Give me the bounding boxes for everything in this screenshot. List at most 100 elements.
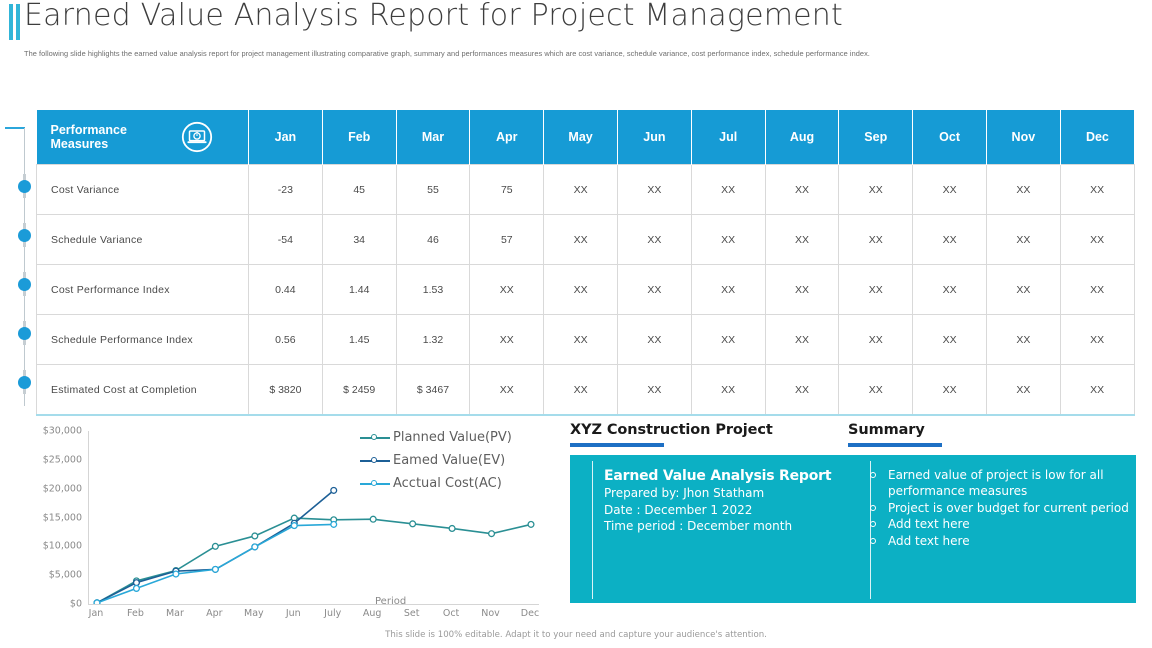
chart-legend: Planned Value(PV) Eamed Value(EV) Acctual … [360,426,550,495]
chart-data-point [409,520,417,528]
table-cell: $ 3467 [396,364,471,416]
table-cell: XX [986,214,1061,265]
table-cell: XX [912,164,987,215]
table-row: Schedule Performance Index 0.56 1.45 1.32 XX… [36,314,1135,365]
table-cell: XX [691,214,766,265]
table-cell: XX [765,364,840,416]
table-cell: XX [543,264,618,315]
chart-data-point [330,486,338,494]
table-row: Cost Performance Index 0.44 1.44 1.53 XX XX XX… [36,264,1135,315]
chart-data-point [290,522,298,530]
chart-legend-marker [360,455,390,467]
chart-y-tick-label: $15,000 [42,512,82,523]
performance-measures-table: Performance Measures Jan Feb Mar Apr May… [36,110,1135,416]
table-cell: XX [1060,164,1135,215]
table-cell: XX [543,364,618,416]
measures-header-cell: Performance Measures [36,110,249,165]
summary-bullet-list: Earned value of project is low for all p… [870,467,1132,550]
table-cell: -23 [248,164,323,215]
summary-bullet-item: Earned value of project is low for all p… [870,467,1132,500]
summary-panel-box: Earned value of project is low for all p… [848,454,1136,603]
table-row-label: Schedule Variance [36,214,249,265]
chart-x-tick-label: Feb [127,608,144,619]
table-cell: 0.56 [248,314,323,365]
table-cell: XX [617,264,692,315]
month-header-jun: Jun [617,110,692,165]
chart-data-point [211,542,219,550]
table-cell: XX [912,214,987,265]
chart-data-point [132,579,141,587]
timeline-dot [18,180,31,193]
table-cell: XX [469,314,545,365]
table-cell: XX [838,164,914,215]
chart-legend-marker [360,432,390,444]
project-panel-title: XYZ Construction Project [570,422,773,438]
measures-label-line2: Measures [50,137,109,151]
chart-x-tick-label: Nov [481,608,500,619]
table-cell: XX [617,214,692,265]
project-date: Date : December 1 2022 [604,502,753,517]
project-panel-underline [570,443,664,447]
table-body: Cost Variance -23 45 55 75 XX XX XX XX XX XX XX XX Sc… [36,164,1135,416]
table-cell: -54 [248,214,323,265]
table-cell: XX [765,164,840,215]
table-cell: XX [838,264,914,315]
chart-x-tick-label: Jan [88,608,104,619]
project-panel-rule [592,460,593,599]
table-cell: 1.45 [322,314,397,365]
chart-xlabel: Period [375,596,407,607]
title-block: Earned Value Analysis Report for Project… [0,0,1152,70]
footer-note: This slide is 100% editable. Adapt it to… [385,630,767,640]
timeline-dot [18,229,31,242]
chart-y-tick-label: $25,000 [42,454,82,466]
table-cell: XX [617,164,692,215]
table-cell: XX [765,314,840,365]
table-row-label: Cost Performance Index [36,264,249,315]
table-cell: XX [469,364,545,416]
chart-data-point [172,570,180,578]
month-header-jul: Jul [691,110,766,165]
evm-line-chart: $0 $5,000 $10,000 $15,000 $20,000 $25,000 $30,… [20,420,550,620]
table-cell: XX [543,214,618,265]
chart-legend-item: Acctual Cost(AC) [360,472,550,495]
project-report-heading: Earned Value Analysis Report [604,467,832,484]
summary-panel-title: Summary [848,422,925,438]
table-cell: 1.32 [396,314,471,365]
month-header-feb: Feb [322,110,397,165]
chart-legend-label: Planned Value(PV) [393,430,512,445]
chart-x-tick-label: Aug [362,608,382,619]
chart-data-point [487,530,496,538]
table-row: Cost Variance -23 45 55 75 XX XX XX XX XX XX XX XX [36,164,1135,215]
laptop-timer-icon [181,121,213,153]
table-cell: 34 [322,214,397,265]
table-cell: 46 [396,214,471,265]
table-cell: XX [912,314,987,365]
chart-y-tick-label: $10,000 [42,540,82,552]
page-subtitle: The following slide highlights the earne… [24,49,870,58]
table-cell: XX [691,364,766,416]
chart-data-point [251,532,259,540]
table-cell: XX [986,314,1061,365]
month-header-nov: Nov [986,110,1061,165]
month-header-aug: Aug [765,110,840,165]
timeline-dot [18,376,31,389]
chart-data-point [211,565,219,573]
month-header-mar: Mar [396,110,471,165]
chart-legend-marker [360,478,390,490]
table-cell: XX [1060,264,1135,315]
page-title: Earned Value Analysis Report for Project… [24,0,843,33]
table-cell: XX [986,264,1061,315]
chart-y-tick-label: $30,000 [42,425,82,437]
chart-x-axis: Jan Feb Mar Apr May Jun July Aug Set Oct Nov Dec [88,608,540,624]
month-header-may: May [543,110,618,165]
chart-legend-item: Planned Value(PV) [360,426,550,449]
chart-data-point [527,520,535,528]
project-panel-body: Earned Value Analysis Report Prepared by… [604,468,844,535]
table-cell: XX [691,164,766,215]
table-cell: XX [1060,214,1135,265]
table-cell: XX [1060,314,1135,365]
table-cell: XX [543,314,618,365]
month-header-dec: Dec [1060,110,1135,165]
chart-x-tick-label: May [243,608,264,619]
chart-series-line [96,517,532,604]
